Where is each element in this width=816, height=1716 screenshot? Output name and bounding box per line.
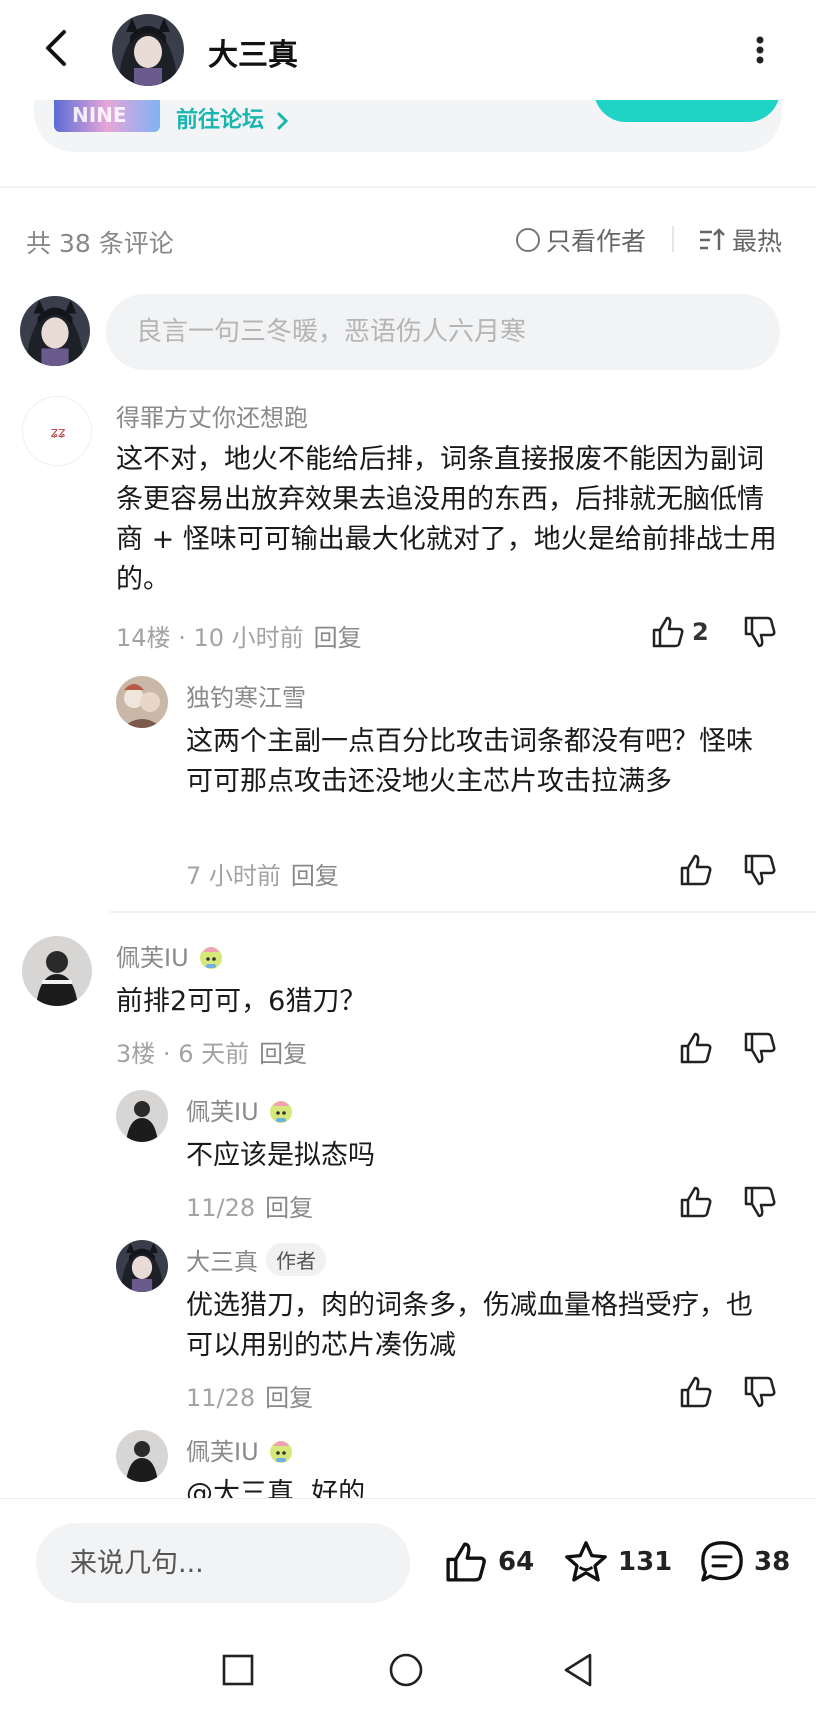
sort-hot-button[interactable]: 最热 <box>698 222 782 258</box>
reply-meta: 11/28 回复 <box>186 1194 314 1222</box>
thumbs-down-icon[interactable] <box>742 614 778 650</box>
top-app-bar: 大三真 <box>0 0 816 100</box>
reply-meta: 11/28 回复 <box>186 1384 314 1412</box>
reply-text: 优选猎刀，肉的词条多，伤减血量格挡受疗，也可以用别的芯片凑伤减 <box>186 1290 753 1361</box>
only-author-label: 只看作者 <box>546 227 647 256</box>
like-count: 2 <box>692 618 709 646</box>
commenter-avatar[interactable]: ʑʑ <box>22 396 92 466</box>
recent-apps-icon[interactable] <box>218 1650 258 1690</box>
more-vertical-icon[interactable] <box>748 30 772 70</box>
thumbs-down-icon[interactable] <box>742 1030 778 1066</box>
thumbs-up-icon[interactable] <box>678 1374 714 1410</box>
comment-count-label: 共 38 条评论 <box>26 229 174 258</box>
chevron-right-icon <box>277 112 288 130</box>
thread-divider <box>110 911 816 913</box>
reply-button[interactable]: 回复 <box>314 624 362 652</box>
post-like-count: 64 <box>498 1547 535 1577</box>
section-divider <box>0 186 816 188</box>
thumbs-up-icon[interactable] <box>678 852 714 888</box>
go-to-forum-link[interactable]: 前往论坛 <box>176 102 290 134</box>
thumbs-up-icon[interactable] <box>678 1184 714 1220</box>
user-badge-icon <box>199 946 222 969</box>
thumbs-up-icon[interactable] <box>678 1030 714 1066</box>
reply-avatar[interactable] <box>116 1430 168 1482</box>
home-circle-icon[interactable] <box>386 1650 426 1690</box>
star-icon <box>565 1541 607 1582</box>
thumbs-up-icon <box>446 1542 486 1582</box>
back-triangle-icon[interactable] <box>558 1650 598 1690</box>
sort-label: 最热 <box>732 227 783 256</box>
reply-avatar[interactable] <box>116 1240 168 1292</box>
reply-text: 这两个主副一点百分比攻击词条都没有吧？怪味可可那点攻击还没地火主芯片攻击拉满多 <box>186 726 753 797</box>
author-name-title[interactable]: 大三真 <box>208 30 298 74</box>
bottom-action-bar: 64 131 38 <box>0 1498 816 1622</box>
thumbs-down-icon[interactable] <box>742 852 778 888</box>
reply-username[interactable]: 独钓寒江雪 <box>186 678 306 713</box>
comment-username[interactable]: 得罪方丈你还想跑 <box>116 398 308 433</box>
comment-text: 这不对，地火不能给后排，词条直接报废不能因为副词条更容易出放弃效果去追没用的东西… <box>116 444 777 595</box>
svg-text:NINE: NINE <box>72 103 127 127</box>
sort-icon <box>700 228 725 250</box>
comment-username[interactable]: 佩芙IU <box>116 938 225 973</box>
reply-avatar[interactable] <box>116 676 168 728</box>
thumbs-down-icon[interactable] <box>742 1184 778 1220</box>
post-favorite-button[interactable]: 131 <box>562 1539 672 1585</box>
current-user-avatar <box>20 296 90 366</box>
reply-button[interactable]: 回复 <box>291 862 339 890</box>
svg-text:ʑʑ: ʑʑ <box>51 425 66 441</box>
comment-compose-input[interactable] <box>106 294 780 370</box>
comment-meta: 14楼 · 10 小时前 回复 <box>116 624 362 652</box>
comment-text: 前排2可可，6猎刀？ <box>116 986 367 1017</box>
commenter-avatar[interactable] <box>22 936 92 1006</box>
thumbs-down-icon[interactable] <box>742 1374 778 1410</box>
reply-button[interactable]: 回复 <box>265 1384 313 1412</box>
author-avatar[interactable] <box>112 14 184 86</box>
post-comments-button[interactable]: 38 <box>698 1539 790 1585</box>
reply-text: 不应该是拟态吗 <box>186 1140 375 1171</box>
post-comment-count: 38 <box>754 1547 791 1577</box>
reply-button[interactable]: 回复 <box>259 1040 307 1068</box>
only-author-toggle[interactable]: 只看作者 <box>516 222 646 258</box>
vertical-divider <box>672 226 674 252</box>
thumbs-up-icon[interactable] <box>650 614 686 650</box>
user-badge-icon <box>269 1440 292 1463</box>
post-favorite-count: 131 <box>618 1547 673 1577</box>
reply-button[interactable]: 回复 <box>265 1194 313 1222</box>
back-arrow-icon[interactable] <box>36 26 80 70</box>
post-like-button[interactable]: 64 <box>442 1539 534 1585</box>
reply-username[interactable]: 大三真 作者 <box>186 1242 326 1277</box>
comment-meta: 3楼 · 6 天前 回复 <box>116 1040 308 1068</box>
comment-bubble-icon <box>701 1541 743 1582</box>
bottom-comment-input[interactable] <box>36 1523 410 1603</box>
reply-username[interactable]: 佩芙IU <box>186 1092 295 1127</box>
reply-username[interactable]: 佩芙IU <box>186 1432 295 1467</box>
reply-meta: 7 小时前 回复 <box>186 862 339 890</box>
system-navigation-bar <box>0 1622 816 1716</box>
author-tag-badge: 作者 <box>266 1243 326 1276</box>
reply-avatar[interactable] <box>116 1090 168 1142</box>
radio-circle-icon <box>516 228 540 252</box>
user-badge-icon <box>269 1100 292 1123</box>
